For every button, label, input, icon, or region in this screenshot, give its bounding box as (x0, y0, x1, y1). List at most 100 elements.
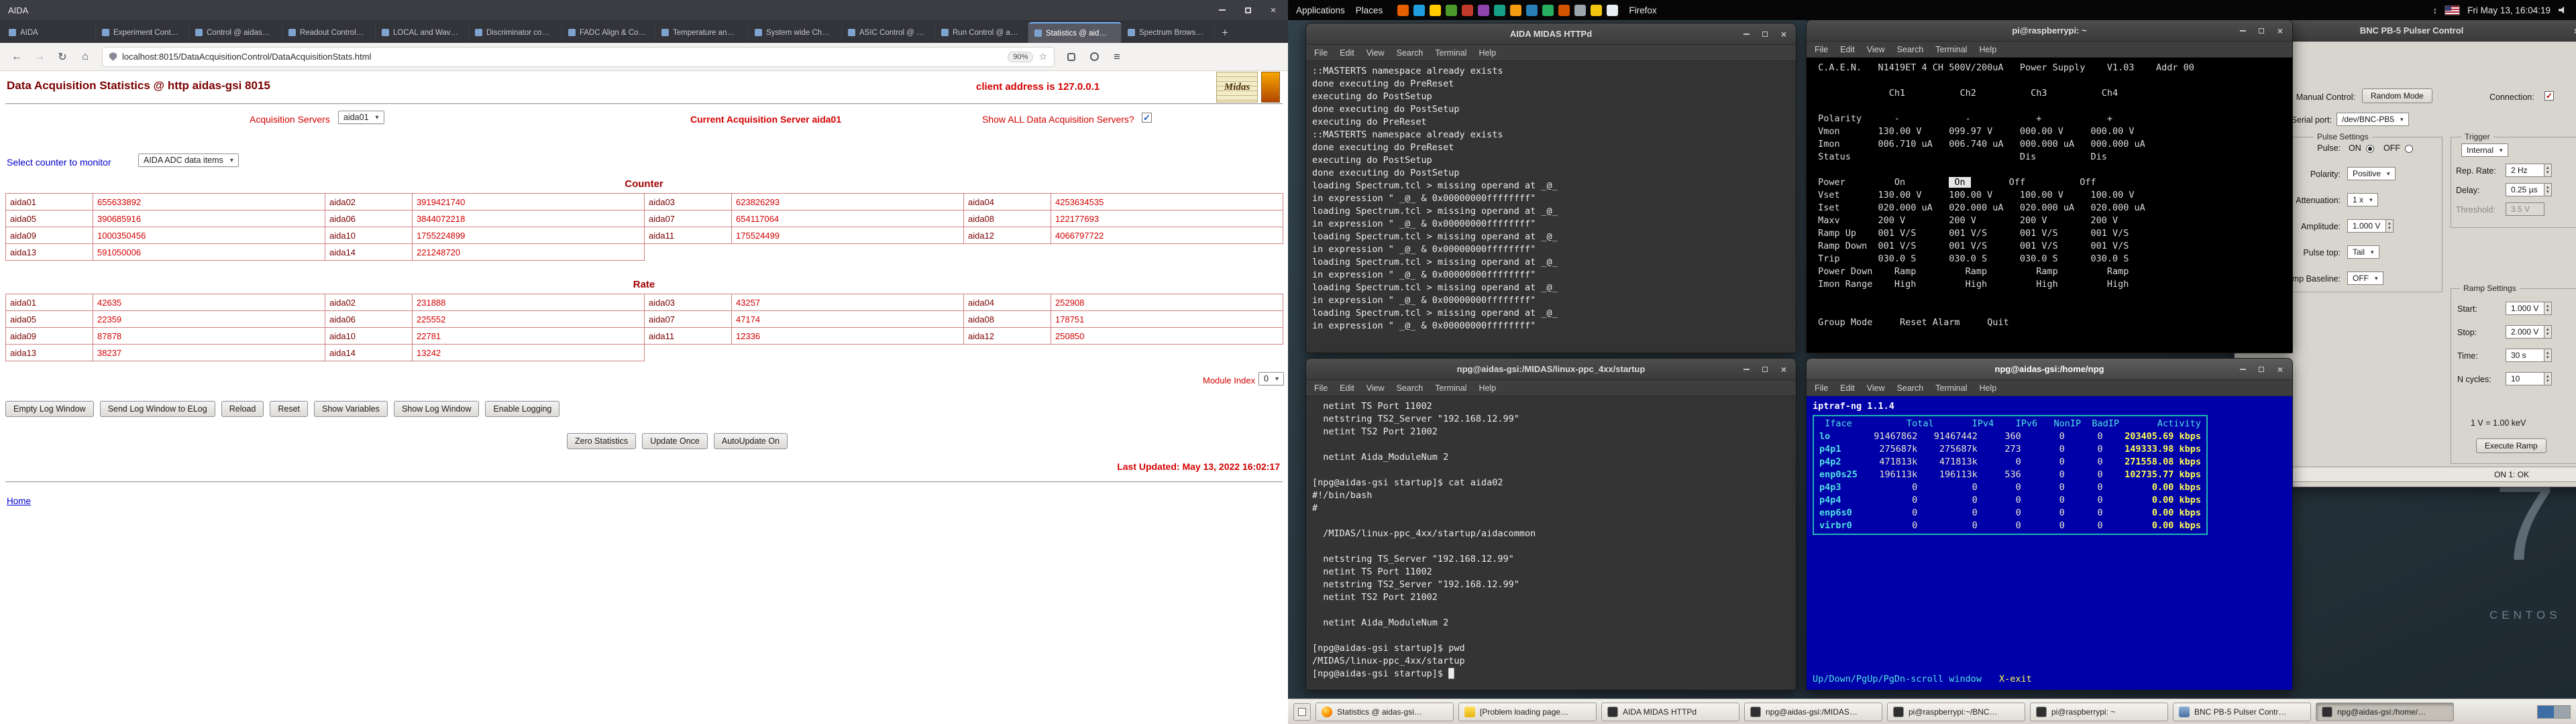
spin-up-icon[interactable]: ▴ (2546, 304, 2549, 308)
serial-port-select[interactable]: /dev/BNC-PB5▾ (2337, 113, 2409, 126)
new-tab-button[interactable]: + (1215, 26, 1235, 43)
browser-tab[interactable]: Temperature an… (655, 22, 749, 43)
connection-checkbox[interactable]: ✓ (2544, 91, 2554, 101)
forward-button[interactable]: → (30, 47, 50, 67)
minimize-icon[interactable] (1741, 29, 1752, 40)
minimize-icon[interactable] (2237, 25, 2248, 36)
terminal-menu-item[interactable]: Help (1479, 48, 1496, 58)
tray-icon[interactable] (1478, 5, 1489, 16)
browser-tab[interactable]: Experiment Cont… (96, 22, 189, 43)
show-all-checkbox[interactable]: ✓ (1142, 113, 1152, 123)
terminal-menu-item[interactable]: Terminal (1935, 383, 1967, 393)
maximize-icon[interactable] (2256, 25, 2267, 36)
taskbar-button[interactable]: pi@raspberrypi:~/BNC… (1887, 703, 2025, 721)
ramp-cycles-spinbox[interactable]: 10▴▾ (2506, 372, 2552, 385)
taskbar-button[interactable]: npg@aidas-gsi:/home/… (2316, 703, 2454, 721)
action-button[interactable]: Update Once (642, 433, 708, 449)
terminal-menu-item[interactable]: Search (1397, 48, 1424, 58)
browser-tab[interactable]: Discriminator co… (469, 22, 562, 43)
polarity-select[interactable]: Positive▾ (2347, 167, 2396, 180)
terminal-menu-item[interactable]: Search (1397, 383, 1424, 393)
show-desktop-icon[interactable] (1293, 703, 1311, 721)
home-link[interactable]: Home (7, 496, 31, 506)
tray-icon[interactable] (1462, 5, 1473, 16)
terminal-menu-item[interactable]: Edit (1340, 383, 1354, 393)
log-button[interactable]: Show Log Window (394, 401, 480, 417)
spin-up-icon[interactable]: ▴ (2546, 351, 2549, 355)
clock[interactable]: Fri May 13, 16:04:19 (2467, 5, 2551, 15)
terminal-menu-item[interactable]: Terminal (1435, 48, 1466, 58)
taskbar-button[interactable]: [Problem loading page… (1458, 703, 1597, 721)
taskbar-button[interactable]: BNC PB-5 Pulser Contr… (2173, 703, 2311, 721)
terminal-titlebar[interactable]: npg@aidas-gsi:/home/npg × (1807, 359, 2292, 380)
spin-up-icon[interactable]: ▴ (2546, 166, 2549, 170)
applications-menu[interactable]: Applications (1296, 5, 1345, 15)
url-text[interactable]: localhost:8015/DataAcquisitionControl/Da… (122, 52, 1002, 62)
minimize-icon[interactable] (1741, 364, 1752, 375)
tray-icon[interactable] (1494, 5, 1505, 16)
spin-down-icon[interactable]: ▾ (2546, 170, 2549, 175)
browser-tab[interactable]: FADC Align & Co… (562, 22, 655, 43)
ramp-time-spinbox[interactable]: 30 s▴▾ (2506, 349, 2552, 362)
terminal-titlebar[interactable]: pi@raspberrypi: ~ × (1807, 20, 2292, 42)
workspace-1[interactable] (2538, 706, 2554, 718)
log-button[interactable]: Show Variables (314, 401, 388, 417)
close-icon[interactable]: × (2571, 25, 2576, 36)
terminal-titlebar[interactable]: AIDA MIDAS HTTPd × (1306, 23, 1796, 45)
close-icon[interactable]: × (1778, 364, 1789, 375)
pulse-top-select[interactable]: Tail▾ (2347, 245, 2379, 259)
delay-spinbox[interactable]: 0.25 µs▴▾ (2506, 183, 2552, 196)
browser-tab[interactable]: Control @ aidas… (189, 22, 282, 43)
log-button[interactable]: Reload (221, 401, 264, 417)
terminal-titlebar[interactable]: npg@aidas-gsi:/MIDAS/linux-ppc_4xx/start… (1306, 359, 1796, 380)
spin-up-icon[interactable]: ▴ (2546, 185, 2549, 190)
close-icon[interactable]: × (1778, 29, 1789, 40)
random-mode-button[interactable]: Random Mode (2362, 88, 2432, 103)
ramp-start-spinbox[interactable]: 1.000 V▴▾ (2506, 302, 2552, 315)
ramp-stop-spinbox[interactable]: 2.000 V▴▾ (2506, 325, 2552, 339)
attenuation-select[interactable]: 1 x▾ (2347, 193, 2378, 206)
close-icon[interactable]: × (1267, 3, 1280, 17)
log-button[interactable]: Enable Logging (485, 401, 559, 417)
reload-button[interactable]: ↻ (52, 47, 72, 67)
maximize-icon[interactable] (2256, 364, 2267, 375)
terminal-menu-item[interactable]: Search (1897, 383, 1924, 393)
tray-icon[interactable] (1413, 5, 1425, 16)
log-button[interactable]: Send Log Window to ELog (100, 401, 215, 417)
taskbar-button[interactable]: npg@aidas-gsi:/MIDAS… (1744, 703, 1882, 721)
terminal-menu-item[interactable]: File (1314, 383, 1328, 393)
counter-select[interactable]: AIDA ADC data items▾ (138, 154, 239, 167)
spin-down-icon[interactable]: ▾ (2546, 355, 2549, 360)
terminal-menu-item[interactable]: View (1867, 383, 1885, 393)
pulse-on-radio[interactable] (2366, 145, 2374, 153)
browser-tab[interactable]: Statistics @ aid… (1028, 22, 1122, 43)
browser-tab[interactable]: LOCAL and Wave… (376, 22, 469, 43)
taskbar-button[interactable]: AIDA MIDAS HTTPd (1601, 703, 1739, 721)
focused-window-label[interactable]: Firefox (1629, 5, 1656, 15)
browser-tab[interactable]: System wide Ch… (749, 22, 842, 43)
browser-tab[interactable]: Run Control @ a… (935, 22, 1028, 43)
pulse-off-radio[interactable] (2405, 145, 2413, 153)
back-button[interactable]: ← (7, 47, 27, 67)
spin-up-icon[interactable]: ▴ (2546, 374, 2549, 379)
browser-tab[interactable]: Readout Control… (282, 22, 376, 43)
spin-down-icon[interactable]: ▾ (2546, 332, 2549, 337)
spin-down-icon[interactable]: ▾ (2546, 190, 2549, 194)
maximize-icon[interactable] (1760, 29, 1770, 40)
url-bar[interactable]: localhost:8015/DataAcquisitionControl/Da… (102, 47, 1055, 67)
terminal-menu-item[interactable]: File (1314, 48, 1328, 58)
terminal-menu-item[interactable]: Help (1979, 45, 1996, 54)
log-button[interactable]: Empty Log Window (5, 401, 94, 417)
spin-up-icon[interactable]: ▴ (2546, 327, 2549, 332)
browser-tab[interactable]: ASIC Control @ … (842, 22, 935, 43)
tray-icon[interactable] (1510, 5, 1521, 16)
volume-icon[interactable] (2559, 6, 2568, 14)
terminal-menu-item[interactable]: View (1366, 48, 1385, 58)
spin-up-icon[interactable]: ▴ (2388, 221, 2391, 226)
places-menu[interactable]: Places (1356, 5, 1383, 15)
terminal-menu-item[interactable]: Edit (1840, 45, 1855, 54)
browser-tab[interactable]: Spectrum Brows… (1122, 22, 1215, 43)
keyboard-layout-flag-icon[interactable] (2445, 6, 2459, 15)
tray-icon[interactable] (1397, 5, 1409, 16)
action-button[interactable]: Zero Statistics (567, 433, 636, 449)
